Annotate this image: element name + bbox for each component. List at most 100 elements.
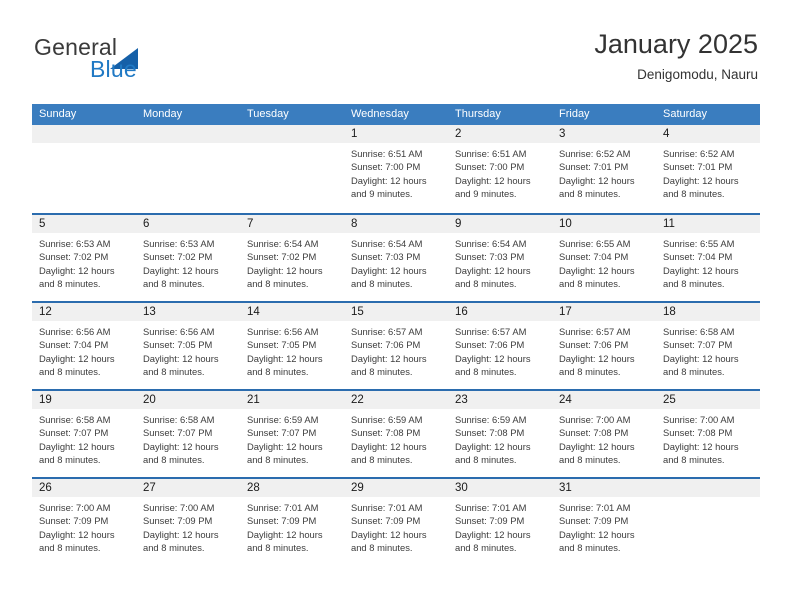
daylight-text-line1: Daylight: 12 hours — [351, 528, 427, 540]
day-cell[interactable]: 21 Sunrise: 6:59 AM Sunset: 7:07 PM Dayligh… — [240, 391, 344, 477]
day-sun-info: Sunrise: 7:00 AM Sunset: 7:09 PM Daylight:… — [32, 497, 136, 555]
day-cell[interactable]: 16 Sunrise: 6:57 AM Sunset: 7:06 PM Dayligh… — [448, 303, 552, 389]
day-cell[interactable]: 7 Sunrise: 6:54 AM Sunset: 7:02 PM Daylight… — [240, 215, 344, 301]
day-number: 17 — [552, 303, 656, 321]
day-cell[interactable]: 5 Sunrise: 6:53 AM Sunset: 7:02 PM Daylight… — [32, 215, 136, 301]
day-cell[interactable]: 9 Sunrise: 6:54 AM Sunset: 7:03 PM Daylight… — [448, 215, 552, 301]
day-cell[interactable]: 22 Sunrise: 6:59 AM Sunset: 7:08 PM Dayligh… — [344, 391, 448, 477]
day-number: 24 — [552, 391, 656, 409]
weekday-header-monday: Monday — [143, 108, 183, 120]
title-block: January 2025 Denigomodu, Nauru — [594, 28, 758, 85]
day-number: 26 — [32, 479, 136, 497]
daylight-text-line1: Daylight: 12 hours — [559, 440, 635, 452]
day-sun-info: Sunrise: 6:59 AM Sunset: 7:08 PM Daylight:… — [448, 409, 552, 467]
day-cell[interactable]: 15 Sunrise: 6:57 AM Sunset: 7:06 PM Dayligh… — [344, 303, 448, 389]
sunset-text: Sunset: 7:01 PM — [559, 161, 629, 173]
day-cell[interactable]: 26 Sunrise: 7:00 AM Sunset: 7:09 PM Dayligh… — [32, 479, 136, 565]
day-cell[interactable]: 17 Sunrise: 6:57 AM Sunset: 7:06 PM Dayligh… — [552, 303, 656, 389]
day-cell[interactable]: 28 Sunrise: 7:01 AM Sunset: 7:09 PM Dayligh… — [240, 479, 344, 565]
day-sun-info: Sunrise: 6:53 AM Sunset: 7:02 PM Daylight:… — [32, 233, 136, 291]
day-cell[interactable]: 18 Sunrise: 6:58 AM Sunset: 7:07 PM Dayligh… — [656, 303, 760, 389]
day-cell[interactable]: 6 Sunrise: 6:53 AM Sunset: 7:02 PM Daylight… — [136, 215, 240, 301]
daylight-text-line1: Daylight: 12 hours — [351, 440, 427, 452]
sunrise-text: Sunrise: 6:51 AM — [351, 148, 423, 159]
sunrise-text: Sunrise: 7:01 AM — [559, 502, 631, 513]
day-sun-info: Sunrise: 6:57 AM Sunset: 7:06 PM Daylight:… — [552, 321, 656, 379]
general-blue-logo[interactable]: General Blue — [34, 34, 214, 90]
day-sun-info: Sunrise: 6:57 AM Sunset: 7:06 PM Daylight:… — [448, 321, 552, 379]
day-number: 9 — [448, 215, 552, 233]
day-cell[interactable]: 2 Sunrise: 6:51 AM Sunset: 7:00 PM Daylight… — [448, 125, 552, 213]
day-number: 18 — [656, 303, 760, 321]
weekday-header-wednesday: Wednesday — [351, 108, 409, 120]
day-cell[interactable]: 19 Sunrise: 6:58 AM Sunset: 7:07 PM Dayligh… — [32, 391, 136, 477]
day-cell[interactable]: 4 Sunrise: 6:52 AM Sunset: 7:01 PM Daylight… — [656, 125, 760, 213]
day-sun-info: Sunrise: 7:01 AM Sunset: 7:09 PM Daylight:… — [240, 497, 344, 555]
calendar-grid: Sunday Monday Tuesday Wednesday Thursday… — [32, 104, 760, 565]
day-number: 11 — [656, 215, 760, 233]
sunset-text: Sunset: 7:07 PM — [247, 427, 317, 439]
day-cell[interactable]: 3 Sunrise: 6:52 AM Sunset: 7:01 PM Daylight… — [552, 125, 656, 213]
daylight-text-line2: and 8 minutes. — [143, 454, 205, 466]
day-number: 14 — [240, 303, 344, 321]
daylight-text-line1: Daylight: 12 hours — [559, 264, 635, 276]
daylight-text-line2: and 8 minutes. — [39, 366, 101, 378]
sunset-text: Sunset: 7:04 PM — [559, 251, 629, 263]
daylight-text-line1: Daylight: 12 hours — [455, 440, 531, 452]
daylight-text-line2: and 8 minutes. — [559, 278, 621, 290]
page-title: January 2025 — [594, 29, 758, 59]
daylight-text-line2: and 8 minutes. — [455, 454, 517, 466]
week-row: 5 Sunrise: 6:53 AM Sunset: 7:02 PM Daylight… — [32, 213, 760, 301]
sunrise-text: Sunrise: 6:55 AM — [559, 238, 631, 249]
daylight-text-line2: and 8 minutes. — [455, 278, 517, 290]
day-cell[interactable]: 8 Sunrise: 6:54 AM Sunset: 7:03 PM Daylight… — [344, 215, 448, 301]
day-cell[interactable]: 25 Sunrise: 7:00 AM Sunset: 7:08 PM Dayligh… — [656, 391, 760, 477]
sunset-text: Sunset: 7:00 PM — [455, 161, 525, 173]
sunset-text: Sunset: 7:08 PM — [455, 427, 525, 439]
day-cell[interactable]: 10 Sunrise: 6:55 AM Sunset: 7:04 PM Dayligh… — [552, 215, 656, 301]
sunset-text: Sunset: 7:08 PM — [559, 427, 629, 439]
day-cell[interactable]: 14 Sunrise: 6:56 AM Sunset: 7:05 PM Dayligh… — [240, 303, 344, 389]
daylight-text-line1: Daylight: 12 hours — [455, 352, 531, 364]
day-number: 23 — [448, 391, 552, 409]
sunset-text: Sunset: 7:08 PM — [351, 427, 421, 439]
daylight-text-line2: and 8 minutes. — [663, 366, 725, 378]
day-number: 29 — [344, 479, 448, 497]
day-cell[interactable]: 29 Sunrise: 7:01 AM Sunset: 7:09 PM Dayligh… — [344, 479, 448, 565]
daylight-text-line1: Daylight: 12 hours — [143, 528, 219, 540]
day-cell[interactable]: 23 Sunrise: 6:59 AM Sunset: 7:08 PM Dayligh… — [448, 391, 552, 477]
day-cell[interactable]: 1 Sunrise: 6:51 AM Sunset: 7:00 PM Daylight… — [344, 125, 448, 213]
day-sun-info: Sunrise: 6:57 AM Sunset: 7:06 PM Daylight:… — [344, 321, 448, 379]
sunset-text: Sunset: 7:05 PM — [247, 339, 317, 351]
day-cell[interactable]: 20 Sunrise: 6:58 AM Sunset: 7:07 PM Dayligh… — [136, 391, 240, 477]
daylight-text-line1: Daylight: 12 hours — [559, 174, 635, 186]
daylight-text-line1: Daylight: 12 hours — [143, 440, 219, 452]
day-cell[interactable]: 31 Sunrise: 7:01 AM Sunset: 7:09 PM Dayligh… — [552, 479, 656, 565]
day-sun-info: Sunrise: 6:59 AM Sunset: 7:07 PM Daylight:… — [240, 409, 344, 467]
sunrise-text: Sunrise: 6:56 AM — [247, 326, 319, 337]
sunset-text: Sunset: 7:07 PM — [39, 427, 109, 439]
day-number: 31 — [552, 479, 656, 497]
daylight-text-line1: Daylight: 12 hours — [351, 352, 427, 364]
sunset-text: Sunset: 7:06 PM — [455, 339, 525, 351]
sunset-text: Sunset: 7:09 PM — [143, 515, 213, 527]
sunset-text: Sunset: 7:08 PM — [663, 427, 733, 439]
daylight-text-line1: Daylight: 12 hours — [39, 352, 115, 364]
day-number: 21 — [240, 391, 344, 409]
sunrise-text: Sunrise: 6:54 AM — [247, 238, 319, 249]
sunset-text: Sunset: 7:01 PM — [663, 161, 733, 173]
day-sun-info: Sunrise: 6:55 AM Sunset: 7:04 PM Daylight:… — [552, 233, 656, 291]
day-cell[interactable]: 27 Sunrise: 7:00 AM Sunset: 7:09 PM Dayligh… — [136, 479, 240, 565]
day-cell[interactable]: 24 Sunrise: 7:00 AM Sunset: 7:08 PM Dayligh… — [552, 391, 656, 477]
daylight-text-line1: Daylight: 12 hours — [143, 352, 219, 364]
day-sun-info: Sunrise: 7:00 AM Sunset: 7:08 PM Daylight:… — [552, 409, 656, 467]
day-cell-empty — [136, 125, 240, 213]
day-cell[interactable]: 13 Sunrise: 6:56 AM Sunset: 7:05 PM Dayligh… — [136, 303, 240, 389]
day-number: 16 — [448, 303, 552, 321]
day-cell[interactable]: 12 Sunrise: 6:56 AM Sunset: 7:04 PM Dayligh… — [32, 303, 136, 389]
page-header: General Blue January 2025 Denigomodu, Na… — [34, 28, 758, 96]
day-number: 13 — [136, 303, 240, 321]
day-sun-info: Sunrise: 6:51 AM Sunset: 7:00 PM Daylight:… — [448, 143, 552, 201]
day-cell[interactable]: 11 Sunrise: 6:55 AM Sunset: 7:04 PM Dayligh… — [656, 215, 760, 301]
day-cell[interactable]: 30 Sunrise: 7:01 AM Sunset: 7:09 PM Dayligh… — [448, 479, 552, 565]
